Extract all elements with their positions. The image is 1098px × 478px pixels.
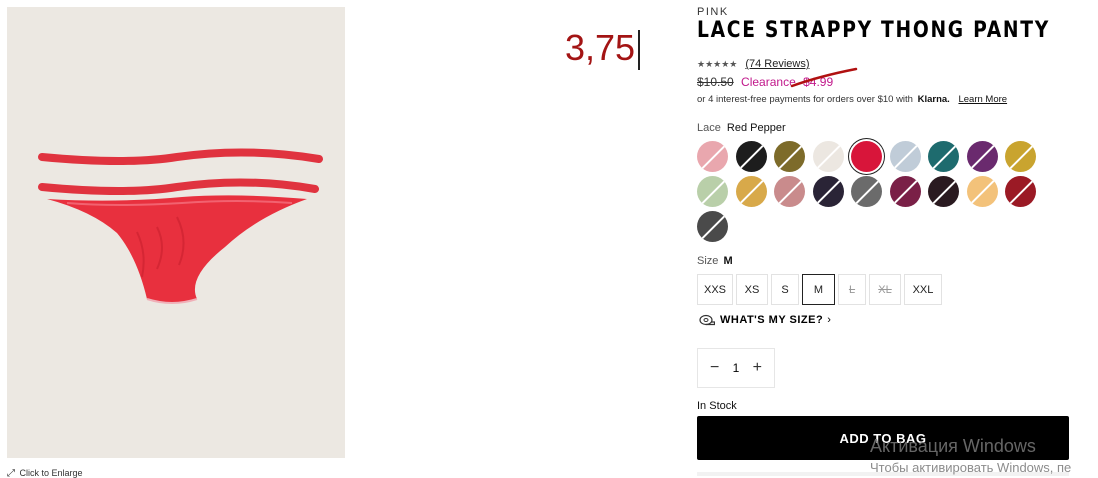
color-swatch-magenta-floral[interactable] — [889, 176, 921, 207]
expand-icon: ⤢ — [7, 468, 15, 478]
klarna-logo: Klarna. — [917, 94, 950, 105]
unavailable-slash-icon — [1008, 178, 1035, 205]
unavailable-slash-icon — [738, 143, 765, 170]
size-selected-value: M — [723, 255, 733, 267]
color-swatch-red-pepper[interactable] — [851, 141, 882, 172]
unavailable-slash-icon — [892, 143, 919, 170]
unavailable-slash-icon — [815, 178, 842, 205]
price-strike-annotation — [790, 67, 858, 88]
unavailable-slash-icon — [931, 178, 958, 205]
color-label-prefix: Lace — [697, 122, 721, 134]
text-cursor — [638, 30, 640, 70]
product-image[interactable] — [7, 7, 345, 458]
color-swatch-pink-floral[interactable] — [697, 141, 728, 172]
star-rating-icon: ★★★★★ — [697, 58, 738, 69]
original-price: $10.50 — [697, 75, 734, 89]
unavailable-slash-icon — [777, 143, 804, 170]
enlarge-link[interactable]: ⤢ Click to Enlarge — [7, 468, 157, 478]
unavailable-slash-icon — [969, 178, 996, 205]
color-swatch-grey-floral[interactable] — [851, 176, 882, 207]
color-swatch-peach[interactable] — [966, 176, 998, 207]
color-swatch-black-floral[interactable] — [928, 176, 959, 207]
unavailable-slash-icon — [777, 178, 804, 205]
color-swatch-teal[interactable] — [928, 141, 959, 172]
color-swatch-ivory[interactable] — [812, 141, 844, 172]
color-swatch-gold[interactable] — [735, 176, 767, 207]
quantity-increase-button[interactable]: + — [753, 359, 762, 377]
color-swatch-sage[interactable] — [697, 176, 728, 207]
klarna-learn-more-link[interactable]: Learn More — [958, 94, 1007, 105]
size-option-l[interactable]: L — [838, 274, 866, 305]
size-option-xl[interactable]: XL — [869, 274, 901, 305]
color-swatch-black[interactable] — [735, 141, 767, 172]
color-swatch-olive[interactable] — [774, 141, 805, 172]
quantity-value[interactable]: 1 — [733, 361, 740, 375]
quantity-decrease-button[interactable]: − — [710, 359, 719, 377]
brand-label: PINK — [697, 6, 729, 18]
color-swatch-dark-floral[interactable] — [812, 176, 844, 207]
unavailable-slash-icon — [815, 143, 842, 170]
size-option-xxl[interactable]: XXL — [904, 274, 942, 305]
color-swatch-black-white-floral[interactable] — [697, 211, 728, 242]
whats-my-size-link[interactable]: WHAT'S MY SIZE? › — [699, 314, 831, 326]
size-option-xs[interactable]: XS — [736, 274, 768, 305]
unavailable-slash-icon — [700, 213, 727, 240]
unavailable-slash-icon — [931, 143, 958, 170]
clearance-label: Clearance — [741, 75, 796, 89]
chevron-right-icon: › — [827, 314, 832, 326]
size-option-m[interactable]: M — [802, 274, 835, 305]
watermark-title: Активация Windows — [870, 436, 1036, 456]
enlarge-label: Click to Enlarge — [19, 468, 83, 478]
unavailable-slash-icon — [700, 143, 727, 170]
stock-status: In Stock — [697, 400, 737, 412]
unavailable-slash-icon — [892, 178, 919, 205]
klarna-note: or 4 interest-free payments for orders o… — [697, 94, 1007, 105]
unavailable-slash-icon — [738, 178, 765, 205]
color-swatch-crimson[interactable] — [1005, 176, 1036, 207]
size-label-prefix: Size — [697, 255, 719, 267]
tape-measure-icon — [699, 314, 715, 326]
size-label: Size M — [697, 255, 733, 267]
unavailable-slash-icon — [854, 178, 881, 205]
color-selected-value: Red Pepper — [726, 122, 786, 134]
windows-activation-watermark: Активация Windows Чтобы активировать Win… — [870, 436, 1071, 475]
unavailable-slash-icon — [700, 178, 727, 205]
color-swatch-rose-print[interactable] — [774, 176, 805, 207]
panty-illustration — [38, 148, 323, 304]
color-label: Lace Red Pepper — [697, 122, 786, 134]
watermark-subtitle: Чтобы активировать Windows, пе — [870, 460, 1072, 475]
color-swatch-mustard[interactable] — [1005, 141, 1036, 172]
klarna-text: or 4 interest-free payments for orders o… — [697, 94, 913, 105]
annotation-price: 3,75 — [565, 27, 636, 68]
unavailable-slash-icon — [1008, 143, 1035, 170]
unavailable-slash-icon — [969, 143, 996, 170]
quantity-stepper[interactable]: − 1 + — [697, 348, 775, 388]
color-swatch-purple[interactable] — [966, 141, 998, 172]
product-title: LACE STRAPPY THONG PANTY — [697, 18, 1050, 43]
size-option-xxs[interactable]: XXS — [697, 274, 733, 305]
whats-my-size-label: WHAT'S MY SIZE? — [720, 314, 824, 326]
size-option-s[interactable]: S — [771, 274, 799, 305]
color-swatch-light-blue[interactable] — [889, 141, 921, 172]
